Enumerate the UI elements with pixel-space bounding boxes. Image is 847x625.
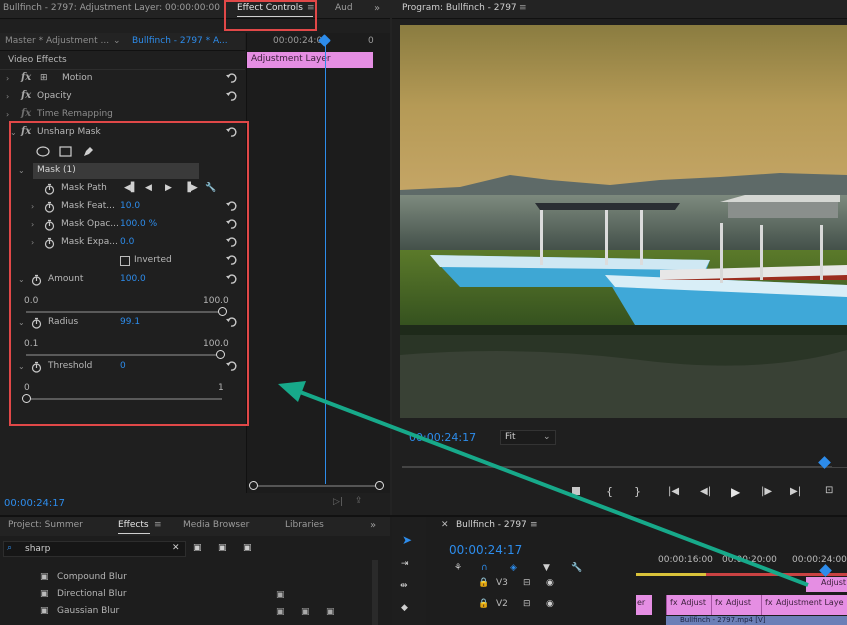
annotation-arrow — [278, 381, 809, 587]
